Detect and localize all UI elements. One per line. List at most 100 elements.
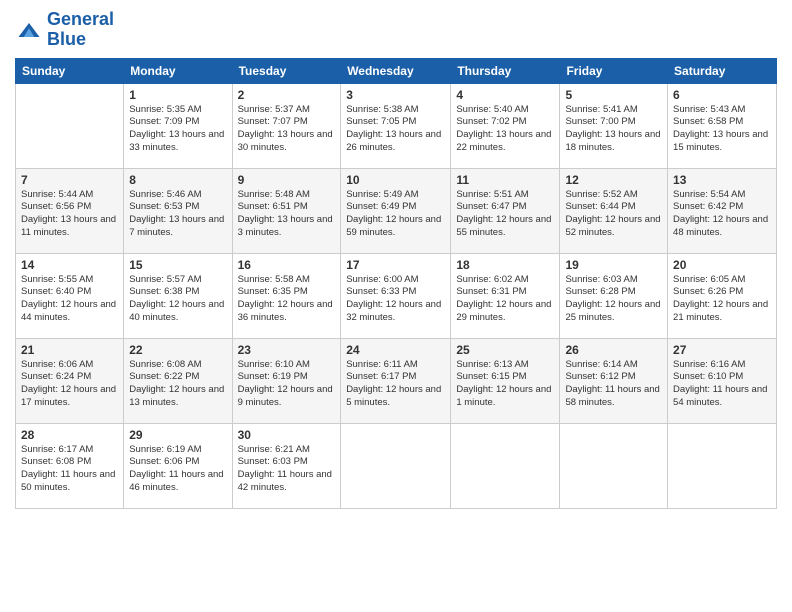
- day-info: Sunrise: 5:51 AMSunset: 6:47 PMDaylight:…: [456, 189, 554, 240]
- calendar-week-4: 21 Sunrise: 6:06 AMSunset: 6:24 PMDayligh…: [16, 338, 777, 423]
- calendar-cell: 15 Sunrise: 5:57 AMSunset: 6:38 PMDayligh…: [124, 253, 232, 338]
- calendar-cell: 24 Sunrise: 6:11 AMSunset: 6:17 PMDayligh…: [341, 338, 451, 423]
- calendar-cell: 6Sunrise: 5:43 AMSunset: 6:58 PMDaylight…: [668, 83, 777, 168]
- calendar-cell: 14 Sunrise: 5:55 AMSunset: 6:40 PMDayligh…: [16, 253, 124, 338]
- day-number: 21: [21, 343, 118, 357]
- day-number: 20: [673, 258, 771, 272]
- calendar-week-5: 28 Sunrise: 6:17 AMSunset: 6:08 PMDayligh…: [16, 423, 777, 508]
- calendar-table: SundayMondayTuesdayWednesdayThursdayFrid…: [15, 58, 777, 509]
- day-number: 22: [129, 343, 226, 357]
- day-number: 4: [456, 88, 554, 102]
- day-number: 27: [673, 343, 771, 357]
- day-info: Sunrise: 5:54 AMSunset: 6:42 PMDaylight:…: [673, 189, 771, 240]
- day-info: Sunrise: 6:06 AMSunset: 6:24 PMDaylight:…: [21, 359, 118, 410]
- calendar-cell: 16 Sunrise: 5:58 AMSunset: 6:35 PMDayligh…: [232, 253, 341, 338]
- day-info: Sunrise: 5:52 AMSunset: 6:44 PMDaylight:…: [565, 189, 662, 240]
- calendar-cell: 4 Sunrise: 5:40 AMSunset: 7:02 PMDaylight…: [451, 83, 560, 168]
- day-info: Sunrise: 6:02 AMSunset: 6:31 PMDaylight:…: [456, 274, 554, 325]
- day-number: 18: [456, 258, 554, 272]
- day-info: Sunrise: 6:13 AMSunset: 6:15 PMDaylight:…: [456, 359, 554, 410]
- day-number: 30: [238, 428, 336, 442]
- calendar-cell: 13 Sunrise: 5:54 AMSunset: 6:42 PMDayligh…: [668, 168, 777, 253]
- day-info: Sunrise: 5:37 AMSunset: 7:07 PMDaylight:…: [238, 104, 336, 155]
- calendar-cell: [560, 423, 668, 508]
- day-number: 8: [129, 173, 226, 187]
- calendar-header-tuesday: Tuesday: [232, 58, 341, 83]
- day-info: Sunrise: 5:55 AMSunset: 6:40 PMDaylight:…: [21, 274, 118, 325]
- calendar-cell: [16, 83, 124, 168]
- day-info: Sunrise: 5:48 AMSunset: 6:51 PMDaylight:…: [238, 189, 336, 240]
- day-number: 13: [673, 173, 771, 187]
- calendar-cell: 29 Sunrise: 6:19 AMSunset: 6:06 PMDayligh…: [124, 423, 232, 508]
- calendar-cell: [451, 423, 560, 508]
- logo-text: General Blue: [47, 10, 114, 50]
- day-number: 14: [21, 258, 118, 272]
- day-number: 3: [346, 88, 445, 102]
- calendar-header-thursday: Thursday: [451, 58, 560, 83]
- calendar-cell: 19 Sunrise: 6:03 AMSunset: 6:28 PMDayligh…: [560, 253, 668, 338]
- day-info: Sunrise: 5:44 AMSunset: 6:56 PMDaylight:…: [21, 189, 118, 240]
- calendar-cell: 20 Sunrise: 6:05 AMSunset: 6:26 PMDayligh…: [668, 253, 777, 338]
- calendar-cell: 23 Sunrise: 6:10 AMSunset: 6:19 PMDayligh…: [232, 338, 341, 423]
- day-number: 11: [456, 173, 554, 187]
- calendar-week-2: 7Sunrise: 5:44 AMSunset: 6:56 PMDaylight…: [16, 168, 777, 253]
- calendar-cell: 25 Sunrise: 6:13 AMSunset: 6:15 PMDayligh…: [451, 338, 560, 423]
- day-number: 25: [456, 343, 554, 357]
- calendar-cell: 26Sunrise: 6:14 AMSunset: 6:12 PMDayligh…: [560, 338, 668, 423]
- day-number: 16: [238, 258, 336, 272]
- day-number: 26: [565, 343, 662, 357]
- day-number: 28: [21, 428, 118, 442]
- calendar-header-row: SundayMondayTuesdayWednesdayThursdayFrid…: [16, 58, 777, 83]
- calendar-header-sunday: Sunday: [16, 58, 124, 83]
- calendar-week-3: 14 Sunrise: 5:55 AMSunset: 6:40 PMDayligh…: [16, 253, 777, 338]
- calendar-cell: 28 Sunrise: 6:17 AMSunset: 6:08 PMDayligh…: [16, 423, 124, 508]
- day-info: Sunrise: 5:38 AMSunset: 7:05 PMDaylight:…: [346, 104, 445, 155]
- calendar-cell: 11 Sunrise: 5:51 AMSunset: 6:47 PMDayligh…: [451, 168, 560, 253]
- calendar-cell: 12 Sunrise: 5:52 AMSunset: 6:44 PMDayligh…: [560, 168, 668, 253]
- day-info: Sunrise: 5:58 AMSunset: 6:35 PMDaylight:…: [238, 274, 336, 325]
- calendar-week-1: 1 Sunrise: 5:35 AMSunset: 7:09 PMDaylight…: [16, 83, 777, 168]
- day-number: 12: [565, 173, 662, 187]
- day-number: 23: [238, 343, 336, 357]
- day-info: Sunrise: 5:49 AMSunset: 6:49 PMDaylight:…: [346, 189, 445, 240]
- day-number: 2: [238, 88, 336, 102]
- calendar-header-friday: Friday: [560, 58, 668, 83]
- day-info: Sunrise: 6:08 AMSunset: 6:22 PMDaylight:…: [129, 359, 226, 410]
- day-number: 1: [129, 88, 226, 102]
- day-number: 15: [129, 258, 226, 272]
- day-info: Sunrise: 6:21 AMSunset: 6:03 PMDaylight:…: [238, 444, 336, 495]
- logo-icon: [15, 16, 43, 44]
- day-info: Sunrise: 6:05 AMSunset: 6:26 PMDaylight:…: [673, 274, 771, 325]
- day-info: Sunrise: 5:43 AMSunset: 6:58 PMDaylight:…: [673, 104, 771, 155]
- calendar-cell: 22 Sunrise: 6:08 AMSunset: 6:22 PMDayligh…: [124, 338, 232, 423]
- calendar-cell: 30 Sunrise: 6:21 AMSunset: 6:03 PMDayligh…: [232, 423, 341, 508]
- calendar-cell: 1 Sunrise: 5:35 AMSunset: 7:09 PMDaylight…: [124, 83, 232, 168]
- day-number: 29: [129, 428, 226, 442]
- calendar-cell: 9 Sunrise: 5:48 AMSunset: 6:51 PMDaylight…: [232, 168, 341, 253]
- calendar-cell: 7Sunrise: 5:44 AMSunset: 6:56 PMDaylight…: [16, 168, 124, 253]
- calendar-cell: 3 Sunrise: 5:38 AMSunset: 7:05 PMDaylight…: [341, 83, 451, 168]
- day-info: Sunrise: 6:19 AMSunset: 6:06 PMDaylight:…: [129, 444, 226, 495]
- day-info: Sunrise: 6:16 AMSunset: 6:10 PMDaylight:…: [673, 359, 771, 410]
- day-info: Sunrise: 6:11 AMSunset: 6:17 PMDaylight:…: [346, 359, 445, 410]
- calendar-cell: 21 Sunrise: 6:06 AMSunset: 6:24 PMDayligh…: [16, 338, 124, 423]
- calendar-cell: 17Sunrise: 6:00 AMSunset: 6:33 PMDayligh…: [341, 253, 451, 338]
- day-info: Sunrise: 5:57 AMSunset: 6:38 PMDaylight:…: [129, 274, 226, 325]
- calendar-header-monday: Monday: [124, 58, 232, 83]
- day-number: 24: [346, 343, 445, 357]
- day-number: 10: [346, 173, 445, 187]
- day-info: Sunrise: 5:40 AMSunset: 7:02 PMDaylight:…: [456, 104, 554, 155]
- day-info: Sunrise: 6:10 AMSunset: 6:19 PMDaylight:…: [238, 359, 336, 410]
- day-number: 9: [238, 173, 336, 187]
- calendar-cell: 8 Sunrise: 5:46 AMSunset: 6:53 PMDaylight…: [124, 168, 232, 253]
- calendar-cell: [668, 423, 777, 508]
- day-number: 19: [565, 258, 662, 272]
- calendar-header-wednesday: Wednesday: [341, 58, 451, 83]
- calendar-cell: 5Sunrise: 5:41 AMSunset: 7:00 PMDaylight…: [560, 83, 668, 168]
- day-info: Sunrise: 5:35 AMSunset: 7:09 PMDaylight:…: [129, 104, 226, 155]
- day-info: Sunrise: 6:03 AMSunset: 6:28 PMDaylight:…: [565, 274, 662, 325]
- day-info: Sunrise: 6:17 AMSunset: 6:08 PMDaylight:…: [21, 444, 118, 495]
- calendar-cell: 10 Sunrise: 5:49 AMSunset: 6:49 PMDayligh…: [341, 168, 451, 253]
- calendar-cell: [341, 423, 451, 508]
- day-info: Sunrise: 5:46 AMSunset: 6:53 PMDaylight:…: [129, 189, 226, 240]
